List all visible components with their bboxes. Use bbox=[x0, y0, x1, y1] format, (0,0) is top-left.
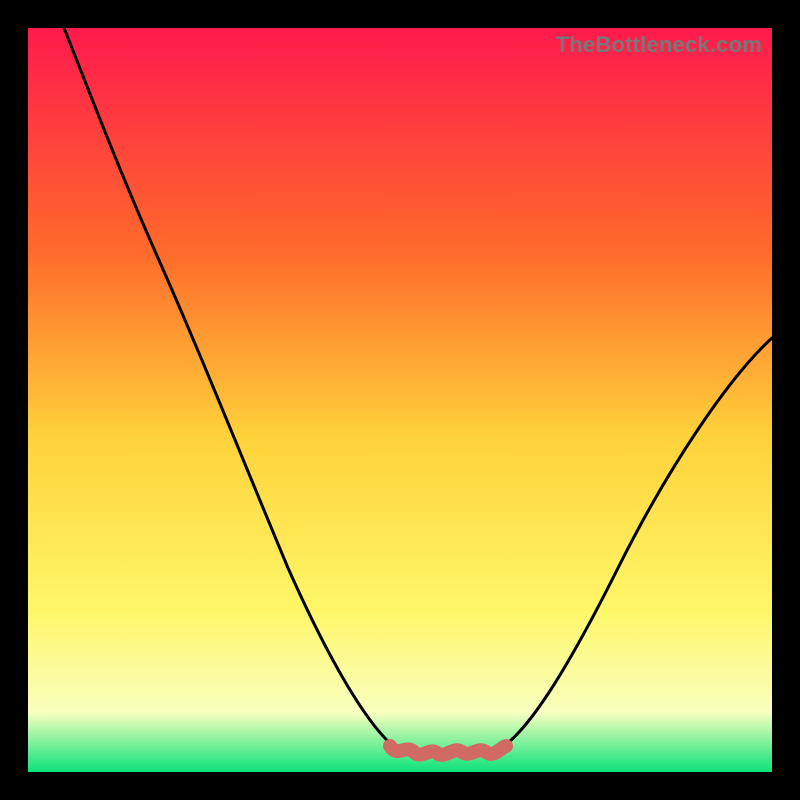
valley-bump bbox=[390, 746, 506, 755]
chart-svg bbox=[28, 28, 772, 772]
plot-area: TheBottleneck.com bbox=[28, 28, 772, 772]
watermark-text: TheBottleneck.com bbox=[556, 32, 762, 58]
outer-black-frame: TheBottleneck.com bbox=[0, 0, 800, 800]
bottleneck-curve bbox=[64, 28, 772, 750]
